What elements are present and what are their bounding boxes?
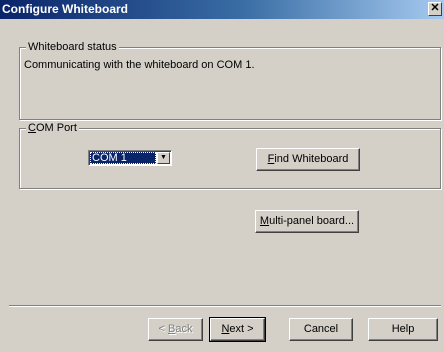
com-port-selected-value: COM 1: [90, 152, 156, 164]
configure-whiteboard-dialog: Configure Whiteboard ✕ Whiteboard status…: [0, 0, 444, 352]
close-icon: ✕: [430, 2, 440, 14]
help-button[interactable]: Help: [368, 318, 438, 341]
cancel-button[interactable]: Cancel: [289, 318, 353, 341]
back-button[interactable]: < Back: [148, 318, 203, 341]
com-port-select[interactable]: COM 1 ▼: [88, 150, 172, 166]
com-port-legend: COM Port: [26, 122, 79, 135]
status-message: Communicating with the whiteboard on COM…: [24, 59, 255, 71]
whiteboard-status-group: Whiteboard status Communicating with the…: [19, 41, 441, 120]
com-port-group: COM Port COM 1 ▼ Find Whiteboard: [19, 122, 441, 189]
close-button[interactable]: ✕: [428, 2, 442, 16]
multi-panel-board-button[interactable]: Multi-panel board...: [255, 210, 359, 233]
footer-separator: [9, 305, 441, 307]
whiteboard-status-legend: Whiteboard status: [26, 41, 119, 54]
chevron-down-icon[interactable]: ▼: [157, 152, 170, 164]
next-button[interactable]: Next >: [209, 317, 266, 342]
window-title: Configure Whiteboard: [2, 2, 128, 16]
find-whiteboard-button[interactable]: Find Whiteboard: [256, 148, 360, 171]
title-bar[interactable]: Configure Whiteboard ✕: [0, 0, 444, 19]
